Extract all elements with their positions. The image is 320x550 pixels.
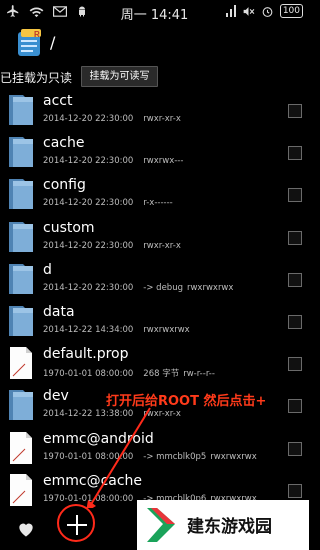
folder-icon [7,220,35,254]
folder-icon [7,388,35,422]
file-info: -> mmcblk0p5 [143,451,207,462]
file-meta: 1970-01-01 08:00:00 -> mmcblk0p5 rwxrwxrwx [43,452,257,462]
file-name: cache [43,135,85,152]
mount-read-write-button[interactable]: 挂载为可读写 [81,66,158,87]
file-name: emmc@android [43,430,154,447]
file-name: emmc@cache [43,472,143,489]
signal-icon [225,5,236,17]
file-permissions: rwxr-xr-x [143,240,181,251]
select-checkbox[interactable] [288,399,302,414]
mount-status-text: 已挂载为只读 [0,71,73,85]
file-permissions: rwxrwxrwx [186,282,234,293]
file-permissions: rw-r--r-- [183,369,215,380]
plus-icon[interactable] [66,514,88,536]
folder-icon [7,177,35,211]
folder-icon [7,304,35,338]
file-meta: 1970-01-01 08:00:00 268 字节 rw-r--r-- [43,367,215,379]
select-checkbox[interactable] [288,230,302,245]
svg-text:R: R [34,30,40,39]
select-checkbox[interactable] [288,104,302,118]
file-date: 1970-01-01 08:00:00 [43,369,134,380]
file-date: 2014-12-20 22:30:00 [43,156,134,167]
file-meta: 2014-12-20 22:30:00 -> debug rwxrwxrwx [43,283,233,293]
file-row[interactable]: d 2014-12-20 22:30:00 -> debug rwxrwxrwx [0,258,309,300]
file-icon [7,346,35,380]
file-date: 2014-12-20 22:30:00 [43,198,134,209]
current-path: / [50,33,56,52]
select-checkbox[interactable] [288,314,302,329]
file-row[interactable]: acct 2014-12-20 22:30:00 rwxr-xr-x [0,89,309,131]
file-icon [7,473,35,507]
file-list: acct 2014-12-20 22:30:00 rwxr-xr-x cache … [0,89,309,511]
select-checkbox[interactable] [288,272,302,287]
file-permissions: rwxrwxrwx [210,451,257,462]
file-name: custom [43,219,95,236]
root-explorer-app-icon[interactable]: R [16,28,44,58]
file-date: 1970-01-01 08:00:00 [43,451,134,462]
alarm-icon [262,6,273,17]
file-meta: 2014-12-20 22:30:00 r-x------ [43,198,173,208]
file-date: 2014-12-20 22:30:00 [43,240,134,251]
file-meta: 2014-12-20 22:30:00 rwxrwx--- [43,156,183,166]
file-name: data [43,303,75,320]
file-permissions: rwxr-xr-x [143,409,181,420]
select-checkbox[interactable] [288,146,302,161]
folder-icon [7,93,35,127]
file-name: dev [43,388,69,405]
heart-icon[interactable] [16,519,36,539]
folder-icon [7,262,35,296]
watermark: 建东游戏园 [137,500,309,550]
file-permissions: rwxrwxrwx [143,324,190,335]
file-date: 2014-12-20 22:30:00 [43,114,134,124]
file-row[interactable]: cache 2014-12-20 22:30:00 rwxrwx--- [0,131,309,173]
file-permissions: rwxr-xr-x [143,114,181,124]
file-row[interactable]: data 2014-12-22 14:34:00 rwxrwxrwx [0,300,309,342]
file-row[interactable]: config 2014-12-20 22:30:00 r-x------ [0,173,309,215]
status-bar: 周一 14:41 100 [0,0,309,24]
file-name: config [43,177,86,194]
select-checkbox[interactable] [288,188,302,203]
watermark-logo [147,508,175,542]
file-permissions: r-x------ [143,198,173,209]
select-checkbox[interactable] [288,483,302,498]
file-meta: 2014-12-20 22:30:00 rwxr-xr-x [43,241,181,251]
file-meta: 2014-12-22 13:38:00 rwxr-xr-x [43,409,181,419]
file-icon [7,431,35,465]
file-info: 268 字节 [143,369,180,380]
file-date: 2014-12-22 14:34:00 [43,324,134,335]
mount-bar: 已挂载为只读 挂载为可读写 [0,66,309,88]
file-date: 2014-12-20 22:30:00 [43,282,134,293]
path-bar: R / [0,24,309,66]
file-info: -> debug [143,282,183,293]
file-name: d [43,261,52,278]
file-row[interactable]: default.prop 1970-01-01 08:00:00 268 字节 rw… [0,342,309,384]
file-meta: 2014-12-22 14:34:00 rwxrwxrwx [43,325,190,335]
select-checkbox[interactable] [288,441,302,456]
file-row[interactable]: custom 2014-12-20 22:30:00 rwxr-xr-x [0,216,309,258]
status-right-icons: 100 [225,4,303,18]
file-permissions: rwxrwx--- [143,156,184,167]
file-date: 2014-12-22 13:38:00 [43,409,134,420]
mute-icon [243,6,255,16]
annotation-text: 打开后给ROOT 然后点击+ [106,394,267,409]
battery-icon: 100 [279,4,303,18]
file-date: 1970-01-01 08:00:00 [43,493,134,504]
watermark-text: 建东游戏园 [187,517,272,537]
select-checkbox[interactable] [288,357,302,372]
folder-icon [7,135,35,169]
file-meta: 2014-12-20 22:30:00 rwxr-xr-x [43,114,181,124]
file-name: acct [43,93,73,109]
file-row[interactable]: emmc@android 1970-01-01 08:00:00 -> mmcbl… [0,427,309,469]
file-name: default.prop [43,346,129,363]
